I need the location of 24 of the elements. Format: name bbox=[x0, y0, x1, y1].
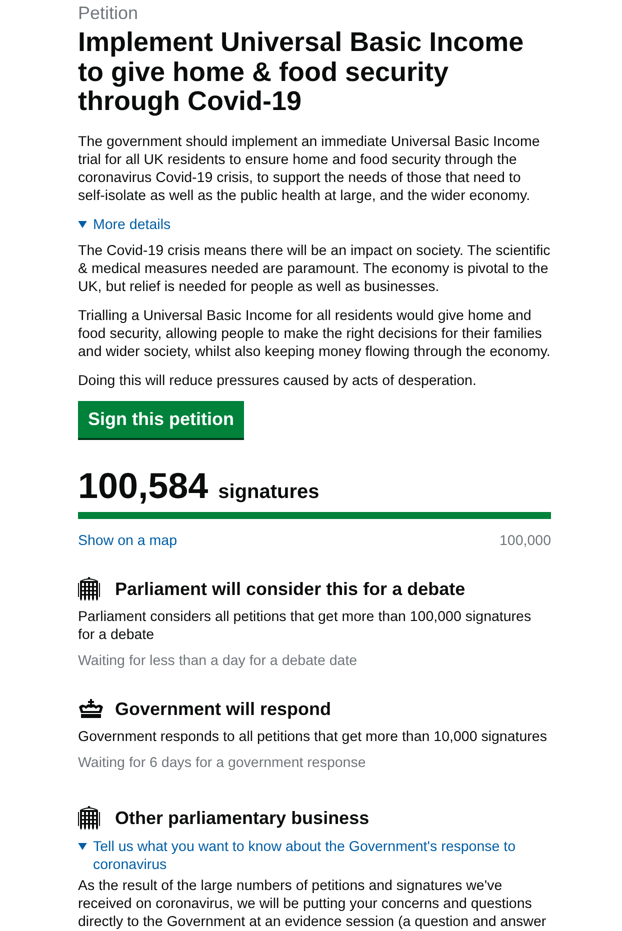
crown-icon bbox=[78, 699, 104, 718]
signature-target: 100,000 bbox=[499, 532, 551, 550]
show-map-link[interactable]: Show on a map bbox=[78, 532, 178, 550]
details-toggle[interactable]: More details bbox=[78, 216, 171, 234]
details-paragraph: Doing this will reduce pressures caused by acts of desperation. bbox=[78, 372, 478, 390]
details-toggle[interactable]: Tell us what you want to know about the Government's response to coronavirus bbox=[78, 838, 551, 874]
section-heading: Government will respond bbox=[115, 698, 332, 720]
section-text: As the result of the large numbers of petitions and signatures we've received on coronavirus, we will be putting your concerns and questions directly to the Government at an evidence session (a question and answer bbox=[78, 876, 548, 930]
petition-title: Implement Universal Basic Income to give home & food security through Covid-19 bbox=[78, 28, 525, 116]
section-status: Waiting for less than a day for a debate date bbox=[78, 652, 358, 670]
portcullis-icon bbox=[78, 576, 100, 600]
section-heading: Parliament will consider this for a debate bbox=[115, 578, 466, 600]
portcullis-icon bbox=[78, 806, 100, 830]
sign-petition-button[interactable]: Sign this petition bbox=[78, 400, 244, 438]
details-paragraph: The Covid-19 crisis means there will be an impact on society. The scientific & medical measures needed are paramount. The economy is pivotal to the UK, but relief is needed for people as well as businesses. bbox=[78, 242, 551, 296]
section-heading: Other parliamentary business bbox=[115, 806, 370, 830]
details-paragraph: Trialling a Universal Basic Income for all residents would give home and food security, allowing people to make the right decisions for their families and wider society, whilst also keeping money flowing through the economy. bbox=[78, 306, 551, 360]
signature-count: 100,584 bbox=[78, 466, 208, 506]
section-status: Waiting for 6 days for a government response bbox=[78, 754, 367, 772]
section-text: Parliament considers all petitions that get more than 100,000 signatures for a debate bbox=[78, 608, 532, 644]
petition-summary: The government should implement an immediate Universal Basic Income trial for all UK residents to ensure home and food security through the coronavirus Covid-19 crisis, to support the needs of those that need to self-isolate as well as the public health at large, and the wider economy. bbox=[78, 132, 541, 204]
section-text: Government responds to all petitions that get more than 10,000 signatures bbox=[78, 728, 548, 746]
signatures-label: signatures bbox=[218, 480, 320, 504]
page-caption: Petition bbox=[78, 2, 138, 24]
